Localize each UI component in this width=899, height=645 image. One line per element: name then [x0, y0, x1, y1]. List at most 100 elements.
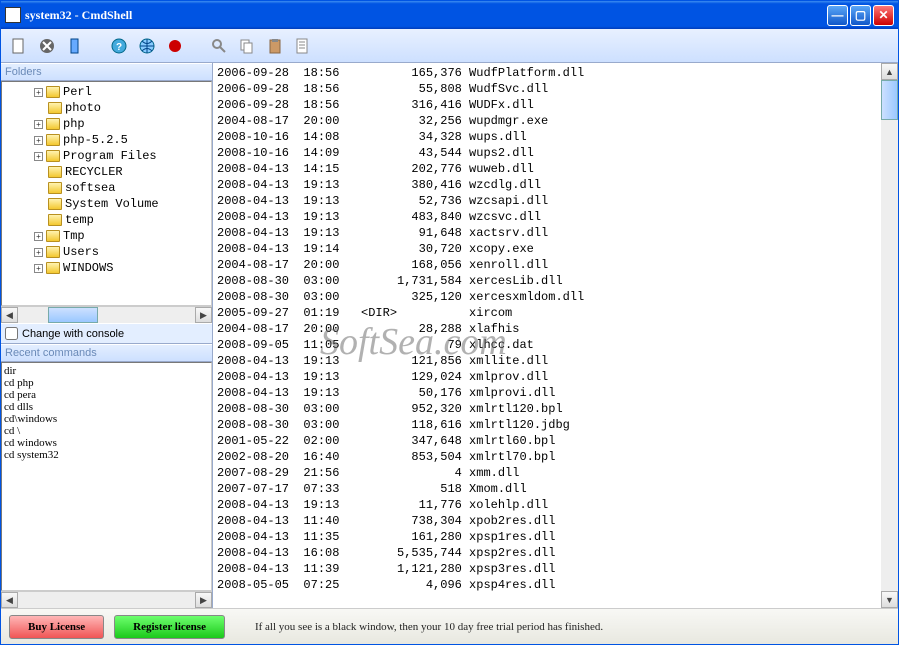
- tree-item-label: Program Files: [63, 149, 157, 163]
- globe-icon[interactable]: [135, 34, 159, 58]
- tree-item[interactable]: + Perl: [4, 84, 209, 100]
- file-row: 2001-05-22 02:00 347,648 xmlrtl60.bpl: [217, 433, 877, 449]
- tree-item-label: RECYCLER: [65, 165, 123, 179]
- console-vscroll[interactable]: ▲ ▼: [881, 63, 898, 608]
- edit-icon[interactable]: [291, 34, 315, 58]
- folder-icon: [46, 86, 60, 98]
- copy-icon[interactable]: [235, 34, 259, 58]
- scroll-up-icon[interactable]: ▲: [881, 63, 898, 80]
- change-with-console-checkbox[interactable]: [5, 327, 18, 340]
- folders-title: Folders: [1, 63, 212, 81]
- close-button[interactable]: ✕: [873, 5, 894, 26]
- recent-commands-list[interactable]: dircd phpcd peracd dllscd\windowscd \cd …: [1, 362, 212, 591]
- recent-command-item[interactable]: cd system32: [4, 449, 209, 461]
- expand-icon[interactable]: +: [34, 88, 43, 97]
- tree-item-label: WINDOWS: [63, 261, 113, 275]
- buy-license-button[interactable]: Buy License: [9, 615, 104, 639]
- tree-item[interactable]: +Users: [4, 244, 209, 260]
- seal-icon[interactable]: [163, 34, 187, 58]
- folder-icon: [48, 198, 62, 210]
- tree-item-label: php: [63, 117, 85, 131]
- file-row: 2008-08-30 03:00 1,731,584 xercesLib.dll: [217, 273, 877, 289]
- file-row: 2008-04-13 14:15 202,776 wuweb.dll: [217, 161, 877, 177]
- folder-icon: [46, 150, 60, 162]
- expand-icon[interactable]: +: [34, 120, 43, 129]
- folder-icon: [48, 182, 62, 194]
- folders-panel: Folders +Perlphoto+php+php-5.2.5+Program…: [1, 63, 212, 323]
- recent-command-item[interactable]: cd pera: [4, 389, 209, 401]
- tree-item[interactable]: +Tmp: [4, 228, 209, 244]
- tree-item[interactable]: RECYCLER: [4, 164, 209, 180]
- file-row: 2007-07-17 07:33 518 Xmom.dll: [217, 481, 877, 497]
- stop-icon[interactable]: [35, 34, 59, 58]
- expand-icon[interactable]: +: [34, 232, 43, 241]
- file-row: 2008-10-16 14:08 34,328 wups.dll: [217, 129, 877, 145]
- scroll-left-icon[interactable]: ◀: [1, 307, 18, 323]
- file-row: 2008-08-30 03:00 118,616 xmlrtl120.jdbg: [217, 417, 877, 433]
- paste-icon[interactable]: [263, 34, 287, 58]
- file-row: 2008-04-13 19:13 121,856 xmllite.dll: [217, 353, 877, 369]
- expand-icon[interactable]: +: [34, 248, 43, 257]
- folder-icon: [46, 134, 60, 146]
- find-icon[interactable]: [207, 34, 231, 58]
- cmds-hscroll[interactable]: ◀ ▶: [1, 591, 212, 608]
- register-license-button[interactable]: Register license: [114, 615, 225, 639]
- scroll-right-icon[interactable]: ▶: [195, 592, 212, 608]
- tree-item[interactable]: photo: [4, 100, 209, 116]
- tree-item[interactable]: +php-5.2.5: [4, 132, 209, 148]
- file-row: 2006-09-28 18:56 316,416 WUDFx.dll: [217, 97, 877, 113]
- file-row: 2008-04-13 11:40 738,304 xpob2res.dll: [217, 513, 877, 529]
- expand-icon[interactable]: +: [34, 152, 43, 161]
- file-row: 2002-08-20 16:40 853,504 xmlrtl70.bpl: [217, 449, 877, 465]
- recent-command-item[interactable]: cd php: [4, 377, 209, 389]
- scroll-right-icon[interactable]: ▶: [195, 307, 212, 323]
- folder-tree[interactable]: +Perlphoto+php+php-5.2.5+Program FilesRE…: [1, 81, 212, 306]
- tree-item[interactable]: System Volume: [4, 196, 209, 212]
- change-with-console-label: Change with console: [22, 328, 124, 340]
- file-row: 2008-08-30 03:00 952,320 xmlrtl120.bpl: [217, 401, 877, 417]
- recent-command-item[interactable]: cd \: [4, 425, 209, 437]
- recent-command-item[interactable]: cd windows: [4, 437, 209, 449]
- tree-item[interactable]: + WINDOWS: [4, 260, 209, 276]
- bookmark-icon[interactable]: [63, 34, 87, 58]
- file-row: 2007-08-29 21:56 4 xmm.dll: [217, 465, 877, 481]
- file-row: 2008-04-13 19:13 129,024 xmlprov.dll: [217, 369, 877, 385]
- scroll-left-icon[interactable]: ◀: [1, 592, 18, 608]
- new-icon[interactable]: [7, 34, 31, 58]
- titlebar[interactable]: system32 - CmdShell — ▢ ✕: [1, 1, 898, 29]
- tree-item-label: Perl: [63, 85, 92, 99]
- folder-icon: [48, 102, 62, 114]
- file-row: 2008-08-30 03:00 325,120 xercesxmldom.dl…: [217, 289, 877, 305]
- recent-command-item[interactable]: cd\windows: [4, 413, 209, 425]
- file-row: 2005-09-27 01:19 <DIR> xircom: [217, 305, 877, 321]
- help-icon[interactable]: ?: [107, 34, 131, 58]
- file-row: 2008-10-16 14:09 43,544 wups2.dll: [217, 145, 877, 161]
- recent-commands-panel: Recent commands dircd phpcd peracd dllsc…: [1, 344, 212, 608]
- file-row: 2008-04-13 16:08 5,535,744 xpsp2res.dll: [217, 545, 877, 561]
- change-with-console-row[interactable]: Change with console: [1, 323, 212, 344]
- tree-item[interactable]: + php: [4, 116, 209, 132]
- tree-item-label: temp: [65, 213, 94, 227]
- file-row: 2008-05-05 07:25 4,096 xpsp4res.dll: [217, 577, 877, 593]
- recent-command-item[interactable]: dir: [4, 365, 209, 377]
- expand-icon[interactable]: +: [34, 136, 43, 145]
- tree-item[interactable]: + Program Files: [4, 148, 209, 164]
- tree-item[interactable]: softsea: [4, 180, 209, 196]
- folder-icon: [48, 214, 62, 226]
- scroll-down-icon[interactable]: ▼: [881, 591, 898, 608]
- console-output[interactable]: 2006-09-28 18:56 165,376 WudfPlatform.dl…: [213, 63, 881, 608]
- folder-icon: [46, 246, 60, 258]
- file-row: 2004-08-17 20:00 32,256 wupdmgr.exe: [217, 113, 877, 129]
- maximize-button[interactable]: ▢: [850, 5, 871, 26]
- file-row: 2008-04-13 19:14 30,720 xcopy.exe: [217, 241, 877, 257]
- tree-item[interactable]: temp: [4, 212, 209, 228]
- file-row: 2006-09-28 18:56 165,376 WudfPlatform.dl…: [217, 65, 877, 81]
- vscroll-thumb[interactable]: [881, 80, 898, 120]
- tree-item-label: System Volume: [65, 197, 159, 211]
- file-row: 2008-04-13 19:13 50,176 xmlprovi.dll: [217, 385, 877, 401]
- recent-command-item[interactable]: cd dlls: [4, 401, 209, 413]
- minimize-button[interactable]: —: [827, 5, 848, 26]
- tree-hscroll[interactable]: ◀ ▶: [1, 306, 212, 323]
- hscroll-thumb[interactable]: [48, 307, 98, 323]
- expand-icon[interactable]: +: [34, 264, 43, 273]
